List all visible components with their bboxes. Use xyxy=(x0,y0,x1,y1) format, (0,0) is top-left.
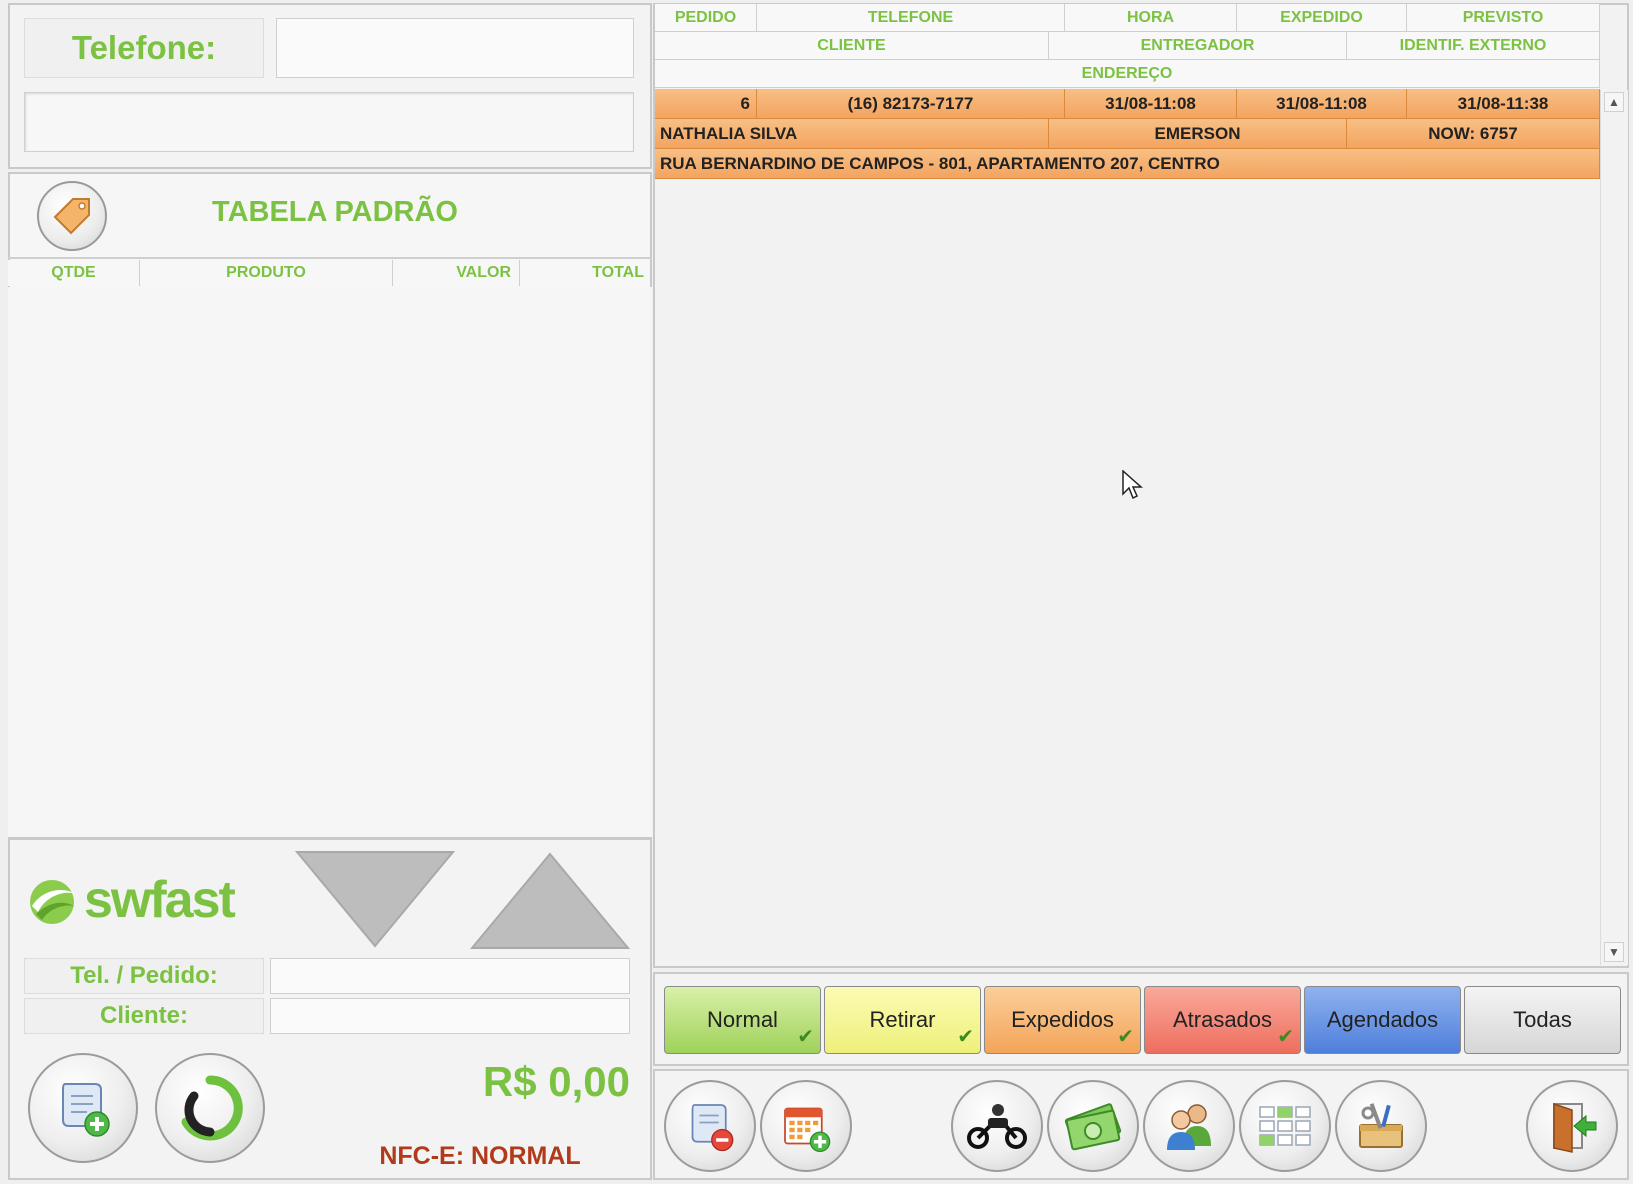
col-total[interactable]: TOTAL xyxy=(520,260,650,286)
cliente-input[interactable] xyxy=(270,998,630,1034)
filter-label: Normal xyxy=(707,1007,778,1032)
filter-expedidos-button[interactable]: Expedidos ✔ xyxy=(984,986,1141,1054)
header-entregador[interactable]: ENTREGADOR xyxy=(1049,32,1347,60)
filter-label: Todas xyxy=(1513,1007,1572,1032)
refresh-button[interactable] xyxy=(155,1053,265,1163)
filter-atrasados-button[interactable]: Atrasados ✔ xyxy=(1144,986,1301,1054)
header-identif-externo[interactable]: IDENTIF. EXTERNO xyxy=(1347,32,1600,60)
schedule-order-button[interactable] xyxy=(760,1080,852,1172)
new-order-button[interactable] xyxy=(28,1053,138,1163)
orders-scrollbar[interactable] xyxy=(1600,90,1628,965)
users-icon xyxy=(1167,1104,1211,1150)
header-telefone[interactable]: TELEFONE xyxy=(757,4,1065,32)
check-icon: ✔ xyxy=(957,1026,974,1048)
order-identif-externo[interactable]: NOW: 6757 xyxy=(1347,119,1600,149)
calendar-add-icon xyxy=(784,1107,831,1153)
scroll-add-icon xyxy=(62,1083,110,1137)
check-icon: ✔ xyxy=(1277,1026,1294,1048)
check-icon: ✔ xyxy=(1117,1026,1134,1048)
order-entregador[interactable]: EMERSON xyxy=(1049,119,1347,149)
table-divider xyxy=(8,257,652,259)
check-icon: ✔ xyxy=(797,1026,814,1048)
order-total-value: R$ 0,00 xyxy=(482,1058,630,1105)
items-list[interactable] xyxy=(8,287,652,837)
price-tag-icon xyxy=(53,198,90,235)
motorcycle-icon xyxy=(967,1104,1027,1149)
phone-info-box xyxy=(24,92,634,152)
order-cliente[interactable]: NATHALIA SILVA xyxy=(655,119,1049,149)
orders-list-area[interactable] xyxy=(655,180,1601,965)
tables-button[interactable] xyxy=(1239,1080,1331,1172)
header-cliente[interactable]: CLIENTE xyxy=(655,32,1049,60)
header-expedido[interactable]: EXPEDIDO xyxy=(1237,4,1407,32)
clients-button[interactable] xyxy=(1143,1080,1235,1172)
phone-label: Telefone: xyxy=(24,18,264,78)
filter-label: Expedidos xyxy=(1011,1007,1114,1032)
swfast-logo-icon xyxy=(30,880,76,924)
tel-pedido-input[interactable] xyxy=(270,958,630,994)
header-pedido[interactable]: PEDIDO xyxy=(655,4,757,32)
order-endereco[interactable]: RUA BERNARDINO DE CAMPOS - 801, APARTAME… xyxy=(655,149,1600,179)
exit-door-icon xyxy=(1553,1102,1597,1153)
filter-todas-button[interactable]: Todas xyxy=(1464,986,1621,1054)
col-valor[interactable]: VALOR xyxy=(393,260,520,286)
order-hora[interactable]: 31/08-11:08 xyxy=(1065,89,1237,119)
table-grid-icon xyxy=(1259,1106,1311,1146)
col-qtde[interactable]: QTDE xyxy=(8,260,140,286)
cliente-label: Cliente: xyxy=(24,998,264,1034)
order-expedido[interactable]: 31/08-11:08 xyxy=(1237,89,1407,119)
phone-input[interactable] xyxy=(276,18,634,78)
order-pedido[interactable]: 6 xyxy=(655,89,757,119)
order-telefone[interactable]: (16) 82173-7177 xyxy=(757,89,1065,119)
swirl-refresh-icon xyxy=(181,1075,243,1141)
order-previsto[interactable]: 31/08-11:38 xyxy=(1407,89,1600,119)
delivery-button[interactable] xyxy=(951,1080,1043,1172)
scroll-down-button[interactable]: ▼ xyxy=(1604,942,1624,962)
col-produto[interactable]: PRODUTO xyxy=(140,260,393,286)
price-table-title: TABELA PADRÃO xyxy=(212,196,458,228)
header-hora[interactable]: HORA xyxy=(1065,4,1237,32)
scroll-up-arrow-button[interactable] xyxy=(470,852,630,950)
exit-button[interactable] xyxy=(1526,1080,1618,1172)
money-icon xyxy=(1064,1103,1122,1151)
filter-normal-button[interactable]: Normal ✔ xyxy=(664,986,821,1054)
filter-label: Atrasados xyxy=(1172,1007,1273,1032)
cancel-order-button[interactable] xyxy=(664,1080,756,1172)
filter-label: Retirar xyxy=(869,1007,936,1032)
filter-retirar-button[interactable]: Retirar ✔ xyxy=(824,986,981,1054)
toolbox-icon xyxy=(1359,1103,1403,1148)
payment-button[interactable] xyxy=(1047,1080,1139,1172)
scroll-remove-icon xyxy=(691,1104,734,1152)
price-table-button[interactable] xyxy=(37,181,107,251)
header-endereco[interactable]: ENDEREÇO xyxy=(655,60,1600,88)
header-previsto[interactable]: PREVISTO xyxy=(1407,4,1600,32)
tools-button[interactable] xyxy=(1335,1080,1427,1172)
filter-label: Agendados xyxy=(1326,1007,1439,1032)
filter-agendados-button[interactable]: Agendados xyxy=(1304,986,1461,1054)
nfce-status: NFC-E: NORMAL xyxy=(379,1142,581,1170)
scroll-up-button[interactable]: ▲ xyxy=(1604,92,1624,112)
tel-pedido-label: Tel. / Pedido: xyxy=(24,958,264,994)
logo-text: swfast xyxy=(84,871,236,929)
mouse-cursor-icon xyxy=(1122,470,1143,500)
swfast-logo: swfast xyxy=(24,870,254,930)
scroll-down-arrow-button[interactable] xyxy=(295,850,455,948)
